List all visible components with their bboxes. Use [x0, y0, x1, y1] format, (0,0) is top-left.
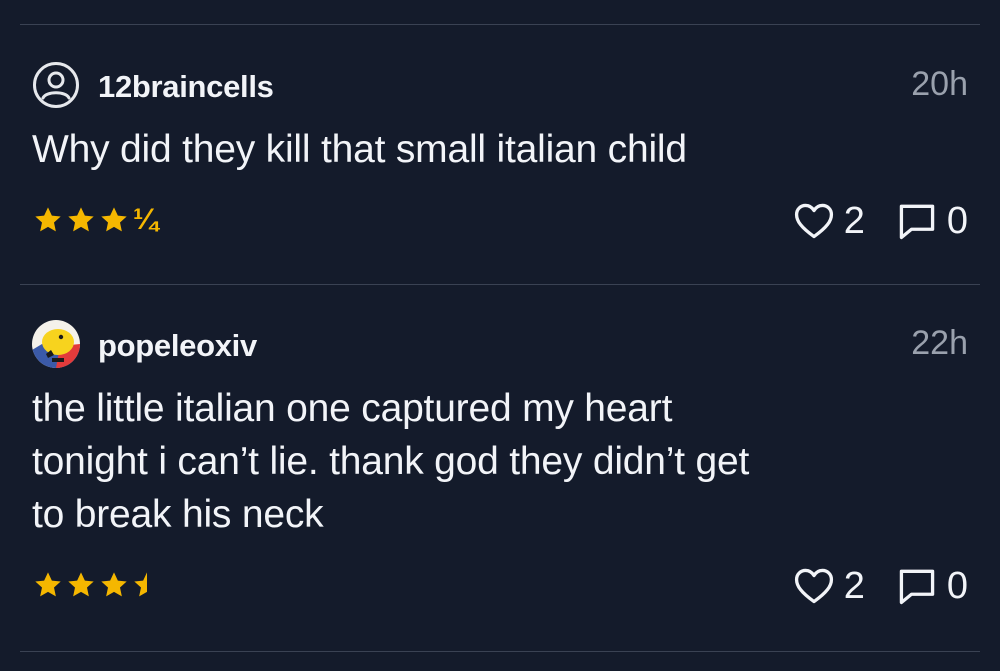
review-actions: 2 0 [792, 561, 968, 611]
star-icon [101, 207, 127, 232]
star-icon [68, 572, 94, 597]
review-card: popeleoxiv 22h the little italian one ca… [32, 316, 968, 611]
review-feed: 12braincells 20h Why did they kill that … [0, 0, 1000, 671]
like-count: 2 [843, 564, 865, 607]
avatar[interactable] [32, 61, 80, 109]
star-icon [35, 207, 61, 232]
avatar[interactable] [32, 320, 80, 368]
quarter-star-label: ¼ [133, 203, 159, 236]
review-footer: ¼ 2 0 [32, 196, 968, 246]
comment-icon [899, 204, 935, 240]
review-text: the little italian one captured my heart… [32, 387, 750, 536]
review-actions: 2 0 [792, 196, 968, 246]
review-header: 12braincells 20h [32, 57, 968, 113]
like-button[interactable]: 2 [792, 564, 865, 608]
comment-count: 0 [946, 199, 968, 242]
yellow-cartoon-avatar-icon [32, 320, 80, 368]
username[interactable]: 12braincells [98, 69, 274, 105]
comment-button[interactable]: 0 [895, 564, 968, 608]
divider [20, 284, 980, 285]
default-user-icon [33, 62, 79, 108]
divider [20, 24, 980, 25]
like-button[interactable]: 2 [792, 199, 865, 243]
heart-icon [794, 203, 833, 239]
star-icon [101, 572, 127, 597]
comment-icon [899, 569, 935, 605]
comment-button[interactable]: 0 [895, 199, 968, 243]
review-header: popeleoxiv 22h [32, 316, 968, 372]
star-rating [32, 569, 164, 601]
review-card: 12braincells 20h Why did they kill that … [32, 57, 968, 246]
heart-icon [794, 568, 833, 604]
star-icon [35, 572, 61, 597]
divider [20, 651, 980, 652]
half-star-icon [134, 572, 147, 597]
review-footer: 2 0 [32, 561, 968, 611]
star-icon [68, 207, 94, 232]
comment-count: 0 [946, 564, 968, 607]
timestamp: 22h [911, 324, 968, 362]
star-rating: ¼ [32, 204, 158, 236]
like-count: 2 [843, 199, 865, 242]
username[interactable]: popeleoxiv [98, 328, 257, 364]
timestamp: 20h [911, 65, 968, 103]
review-text: Why did they kill that small italian chi… [32, 128, 687, 171]
